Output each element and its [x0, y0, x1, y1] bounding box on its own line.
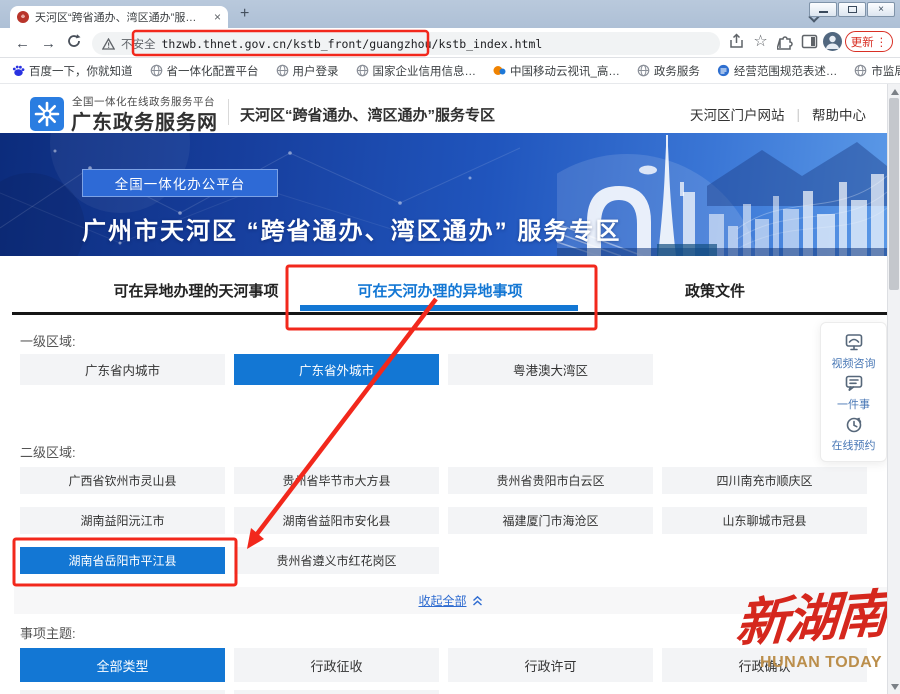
bookmark-platform[interactable]: 省一体化配置平台: [150, 63, 259, 79]
chevron-up-double-icon: [472, 595, 483, 607]
share-icon[interactable]: [728, 33, 746, 51]
partial-button-row: [234, 690, 439, 694]
topic-btn-levy[interactable]: 行政征收: [234, 648, 439, 682]
minimize-button[interactable]: [809, 2, 837, 17]
scrollbar-thumb[interactable]: [889, 98, 899, 290]
forward-icon[interactable]: →: [40, 35, 57, 52]
topic-btn-license[interactable]: 行政许可: [448, 648, 653, 682]
city-btn[interactable]: 广西省钦州市灵山县: [20, 467, 225, 494]
city-btn[interactable]: 湖南益阳沅江市: [20, 507, 225, 534]
back-icon[interactable]: ←: [14, 35, 31, 52]
bookmarks-bar: 百度一下，你就知道 省一体化配置平台 用户登录 国家企业信用信息… 中国移动云视…: [0, 58, 900, 84]
scroll-up-arrow-icon[interactable]: [891, 89, 899, 95]
collapse-all-bar: 收起全部: [14, 587, 887, 614]
clock-booking-icon: [843, 413, 865, 435]
active-tab-underline: [300, 305, 578, 311]
bookmark-zhengwu[interactable]: 政务服务: [637, 63, 700, 79]
one-thing-item[interactable]: 一件事: [837, 372, 870, 412]
topic-btn-confirm[interactable]: 行政确认: [662, 648, 867, 682]
kebab-menu-icon: ⋮: [876, 35, 888, 49]
city-btn[interactable]: 四川南充市顺庆区: [662, 467, 867, 494]
bookmark-credit-info[interactable]: 国家企业信用信息…: [356, 63, 477, 79]
tab-policy-files[interactable]: 政策文件: [650, 280, 780, 301]
cmcc-cloud-icon: [493, 64, 506, 77]
close-button[interactable]: ×: [867, 2, 895, 17]
tab-close-icon[interactable]: ×: [214, 11, 221, 23]
section-title: 天河区“跨省通办、湾区通办”服务专区: [240, 104, 495, 125]
url-text[interactable]: thzwb.thnet.gov.cn/kstb_front/guangzhou/…: [162, 37, 543, 51]
chat-bubble-icon: [843, 372, 865, 394]
annotation-arrow-line: [257, 299, 436, 534]
site-favicon-icon: [17, 11, 29, 23]
video-consult-icon: [843, 331, 865, 353]
bookmark-login[interactable]: 用户登录: [276, 63, 339, 79]
tabs-divider-rule: [12, 312, 887, 315]
side-panel-icon[interactable]: [801, 33, 819, 51]
baidu-paw-icon: [12, 64, 25, 77]
city-btn[interactable]: 山东聊城市冠县: [662, 507, 867, 534]
city-btn-pingjiang-selected[interactable]: 湖南省岳阳市平江县: [20, 547, 225, 574]
bookmark-jingyingfanwei[interactable]: 经营范围规范表述…: [717, 63, 838, 79]
security-label[interactable]: 不安全: [121, 36, 156, 52]
region-btn-greater-bay[interactable]: 粤港澳大湾区: [448, 354, 653, 385]
collapse-all-link[interactable]: 收起全部: [418, 592, 466, 609]
scroll-down-arrow-icon[interactable]: [891, 684, 899, 690]
level2-label: 二级区域:: [20, 442, 76, 461]
blue-doc-icon: [717, 64, 730, 77]
maximize-button[interactable]: [838, 2, 866, 17]
header-divider: [228, 99, 229, 125]
globe-icon: [854, 64, 867, 77]
browser-tab[interactable]: 天河区“跨省通办、湾区通办”服… ×: [10, 6, 228, 28]
globe-icon: [276, 64, 289, 77]
extensions-puzzle-icon[interactable]: [777, 33, 795, 51]
new-tab-button[interactable]: +: [240, 5, 249, 23]
tab-title: 天河区“跨省通办、湾区通办”服…: [35, 9, 208, 25]
site-name: 广东政务服务网: [71, 106, 218, 135]
tab-tianhe-items[interactable]: 可在异地办理的天河事项: [90, 280, 302, 301]
warning-icon: [102, 38, 115, 50]
portal-link[interactable]: 天河区门户网站: [690, 104, 785, 124]
globe-icon: [356, 64, 369, 77]
tab-remote-items[interactable]: 可在天河办理的异地事项: [330, 280, 550, 301]
browser-window: 天河区“跨省通办、湾区通办”服… × + × ← → 不安全 thzwb.thn…: [0, 0, 900, 694]
gdzwfw-logo: [30, 97, 64, 136]
update-button[interactable]: 更新 ⋮: [845, 31, 893, 52]
hero-title: 广州市天河区 “跨省通办、湾区通办” 服务专区: [82, 211, 621, 246]
video-consult-item[interactable]: 视频咨询: [832, 331, 876, 371]
tab-strip: 天河区“跨省通办、湾区通办”服… × + ×: [0, 0, 900, 28]
topic-label: 事项主题:: [20, 623, 76, 642]
bookmark-star-icon[interactable]: ☆: [752, 33, 769, 50]
bookmark-yunshixun[interactable]: 中国移动云视讯_高…: [493, 63, 620, 79]
help-center-link[interactable]: 帮助中心: [812, 104, 866, 124]
links-separator: |: [796, 107, 800, 122]
floating-service-panel: 视频咨询 一件事 在线预约: [820, 322, 887, 462]
globe-icon: [637, 64, 650, 77]
hero-banner: 全国一体化办公平台 广州市天河区 “跨省通办、湾区通办” 服务专区: [0, 133, 887, 256]
region-btn-guangdong-outside[interactable]: 广东省外城市: [234, 354, 439, 385]
profile-avatar[interactable]: [823, 32, 842, 51]
city-btn[interactable]: 贵州省遵义市红花岗区: [234, 547, 439, 574]
partial-button-row: [20, 690, 225, 694]
city-btn[interactable]: 贵州省毕节市大方县: [234, 467, 439, 494]
reload-icon[interactable]: [66, 33, 84, 51]
online-booking-item[interactable]: 在线预约: [832, 413, 876, 453]
city-btn[interactable]: 福建厦门市海沧区: [448, 507, 653, 534]
page-scrollbar[interactable]: [887, 84, 900, 694]
bookmark-shijianju[interactable]: 市监局办事指南: [854, 63, 900, 79]
region-btn-guangdong-inside[interactable]: 广东省内城市: [20, 354, 225, 385]
level1-label: 一级区域:: [20, 331, 76, 350]
globe-icon: [150, 64, 163, 77]
bookmark-baidu[interactable]: 百度一下，你就知道: [12, 63, 133, 79]
hero-badge-button[interactable]: 全国一体化办公平台: [82, 169, 278, 197]
address-bar[interactable]: 不安全 thzwb.thnet.gov.cn/kstb_front/guangz…: [92, 32, 720, 55]
city-btn[interactable]: 湖南省益阳市安化县: [234, 507, 439, 534]
city-btn[interactable]: 贵州省贵阳市白云区: [448, 467, 653, 494]
topic-btn-all[interactable]: 全部类型: [20, 648, 225, 682]
